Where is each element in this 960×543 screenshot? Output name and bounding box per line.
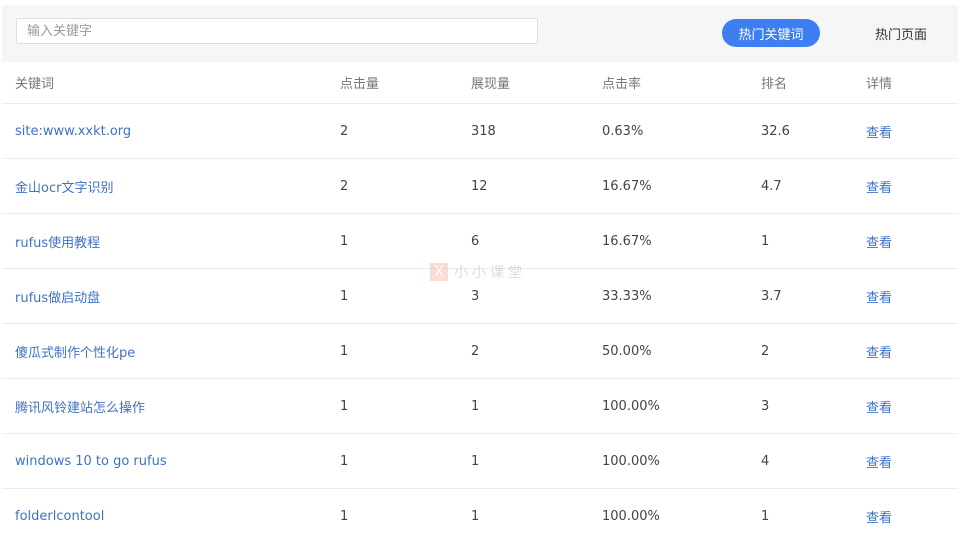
rank-cell: 32.6 — [761, 103, 866, 159]
ctr-cell: 16.67% — [602, 158, 761, 214]
impressions-cell: 1 — [471, 433, 602, 489]
ctr-cell: 33.33% — [602, 268, 761, 324]
header-clicks: 点击量 — [340, 62, 471, 104]
impressions-cell: 2 — [471, 323, 602, 379]
header-detail: 详情 — [866, 62, 958, 104]
header-impressions: 展现量 — [471, 62, 602, 104]
rank-cell: 3.7 — [761, 268, 866, 324]
detail-cell: 查看 — [866, 433, 958, 489]
clicks-cell: 1 — [340, 488, 471, 543]
rank-cell: 2 — [761, 323, 866, 379]
impressions-cell: 1 — [471, 378, 602, 434]
impressions-cell: 1 — [471, 488, 602, 543]
table-row: rufus使用教程 1 6 16.67% 1 查看 — [2, 213, 958, 269]
ctr-cell: 100.00% — [602, 433, 761, 489]
view-link[interactable]: 查看 — [866, 126, 892, 141]
keyword-link[interactable]: site:www.xxkt.org — [15, 124, 131, 139]
impressions-cell: 3 — [471, 268, 602, 324]
keyword-link[interactable]: rufus做启动盘 — [15, 291, 100, 306]
rank-cell: 1 — [761, 213, 866, 269]
header-rank: 排名 — [761, 62, 866, 104]
detail-cell: 查看 — [866, 488, 958, 543]
keyword-link[interactable]: rufus使用教程 — [15, 236, 100, 251]
clicks-cell: 1 — [340, 323, 471, 379]
view-link[interactable]: 查看 — [866, 511, 892, 526]
detail-cell: 查看 — [866, 378, 958, 434]
clicks-cell: 2 — [340, 103, 471, 159]
keyword-cell: rufus做启动盘 — [2, 268, 340, 324]
keyword-cell: folderlcontool — [2, 488, 340, 543]
ctr-cell: 50.00% — [602, 323, 761, 379]
table-row: 傻瓜式制作个性化pe 1 2 50.00% 2 查看 — [2, 323, 958, 379]
tab-hot-pages[interactable]: 热门页面 — [864, 19, 938, 47]
rank-cell: 1 — [761, 488, 866, 543]
ctr-cell: 0.63% — [602, 103, 761, 159]
view-link[interactable]: 查看 — [866, 181, 892, 196]
top-toolbar: 热门关键词 热门页面 — [2, 5, 958, 62]
detail-cell: 查看 — [866, 323, 958, 379]
rank-cell: 4.7 — [761, 158, 866, 214]
keyword-cell: site:www.xxkt.org — [2, 103, 340, 159]
header-ctr: 点击率 — [602, 62, 761, 104]
search-input[interactable] — [16, 18, 538, 44]
clicks-cell: 1 — [340, 213, 471, 269]
view-link[interactable]: 查看 — [866, 346, 892, 361]
keyword-link[interactable]: 腾讯风铃建站怎么操作 — [15, 401, 145, 416]
ctr-cell: 16.67% — [602, 213, 761, 269]
keyword-link[interactable]: 金山ocr文字识别 — [15, 181, 113, 196]
impressions-cell: 318 — [471, 103, 602, 159]
clicks-cell: 2 — [340, 158, 471, 214]
table-row: site:www.xxkt.org 2 318 0.63% 32.6 查看 — [2, 103, 958, 159]
keyword-cell: windows 10 to go rufus — [2, 433, 340, 489]
header-keyword: 关键词 — [2, 62, 340, 104]
keyword-table: 关键词 点击量 展现量 点击率 排名 详情 site:www.xxkt.org … — [2, 62, 958, 543]
keyword-link[interactable]: windows 10 to go rufus — [15, 454, 167, 469]
keyword-link[interactable]: folderlcontool — [15, 509, 104, 524]
ctr-cell: 100.00% — [602, 378, 761, 434]
keyword-report-page: 热门关键词 热门页面 关键词 点击量 展现量 点击率 排名 详情 site:ww… — [0, 0, 960, 543]
clicks-cell: 1 — [340, 268, 471, 324]
table-header-row: 关键词 点击量 展现量 点击率 排名 详情 — [2, 62, 958, 104]
ctr-cell: 100.00% — [602, 488, 761, 543]
table-row: windows 10 to go rufus 1 1 100.00% 4 查看 — [2, 433, 958, 489]
clicks-cell: 1 — [340, 378, 471, 434]
detail-cell: 查看 — [866, 213, 958, 269]
table-row: folderlcontool 1 1 100.00% 1 查看 — [2, 488, 958, 543]
view-link[interactable]: 查看 — [866, 236, 892, 251]
impressions-cell: 12 — [471, 158, 602, 214]
keyword-cell: 金山ocr文字识别 — [2, 158, 340, 214]
rank-cell: 3 — [761, 378, 866, 434]
detail-cell: 查看 — [866, 268, 958, 324]
clicks-cell: 1 — [340, 433, 471, 489]
table-row: 腾讯风铃建站怎么操作 1 1 100.00% 3 查看 — [2, 378, 958, 434]
keyword-link[interactable]: 傻瓜式制作个性化pe — [15, 346, 135, 361]
table-row: 金山ocr文字识别 2 12 16.67% 4.7 查看 — [2, 158, 958, 214]
impressions-cell: 6 — [471, 213, 602, 269]
detail-cell: 查看 — [866, 103, 958, 159]
keyword-cell: 傻瓜式制作个性化pe — [2, 323, 340, 379]
view-link[interactable]: 查看 — [866, 291, 892, 306]
view-link[interactable]: 查看 — [866, 401, 892, 416]
rank-cell: 4 — [761, 433, 866, 489]
tab-hot-keywords[interactable]: 热门关键词 — [722, 19, 820, 47]
table-row: rufus做启动盘 1 3 33.33% 3.7 查看 — [2, 268, 958, 324]
keyword-cell: 腾讯风铃建站怎么操作 — [2, 378, 340, 434]
keyword-cell: rufus使用教程 — [2, 213, 340, 269]
detail-cell: 查看 — [866, 158, 958, 214]
view-link[interactable]: 查看 — [866, 456, 892, 471]
